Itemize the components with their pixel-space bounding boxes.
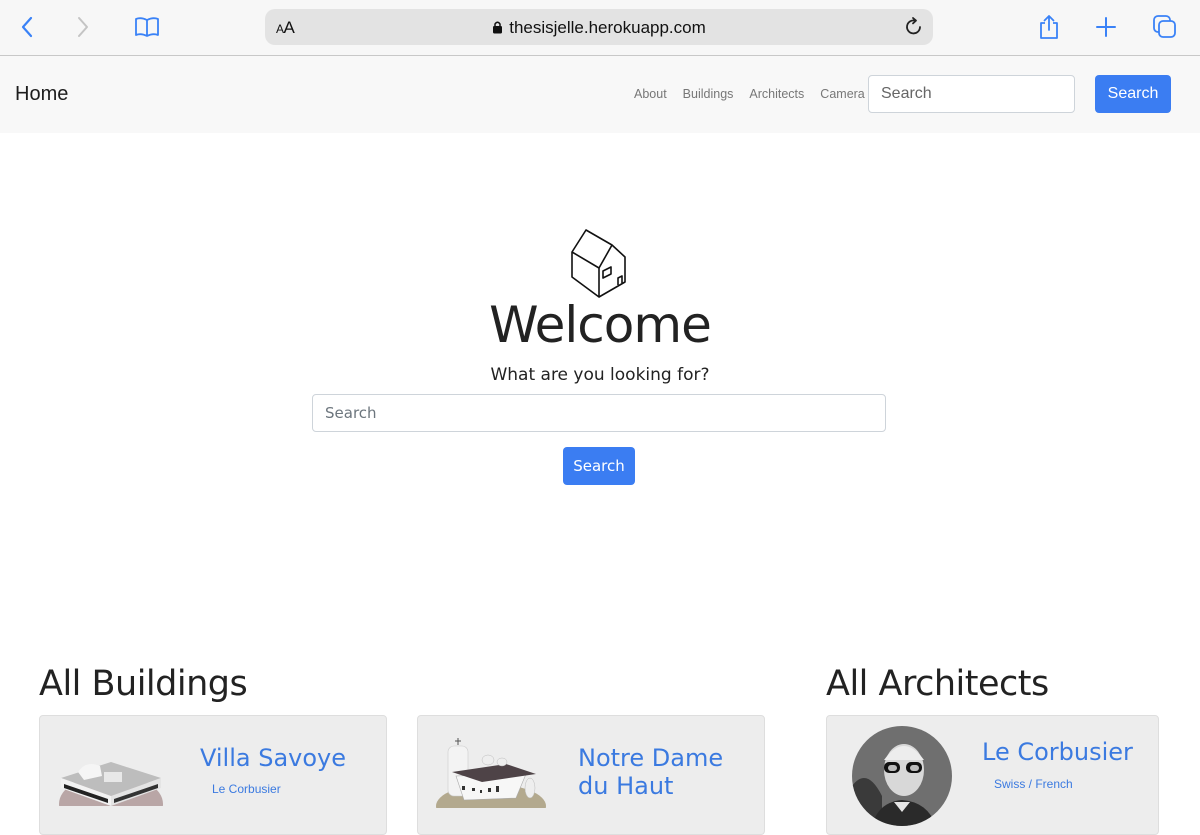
nav-link-camera[interactable]: Camera — [812, 87, 872, 101]
browser-toolbar: AA thesisjelle.herokuapp.com — [0, 0, 1200, 56]
building-card-villa-savoye[interactable]: Villa Savoye Le Corbusier — [39, 715, 387, 835]
villa-savoye-thumbnail — [59, 762, 163, 806]
reload-icon[interactable] — [903, 16, 925, 38]
navbar-search-button[interactable]: Search — [1095, 75, 1171, 113]
chevron-right-icon — [78, 17, 88, 37]
url-display[interactable]: thesisjelle.herokuapp.com — [265, 18, 933, 38]
new-tab-button[interactable] — [1091, 12, 1121, 42]
notre-dame-du-haut-thumbnail — [436, 738, 546, 808]
nav-link-buildings[interactable]: Buildings — [675, 87, 742, 101]
share-icon — [1040, 15, 1058, 39]
architect-card-le-corbusier[interactable]: Le Corbusier Swiss / French — [826, 715, 1159, 835]
welcome-heading: Welcome — [489, 296, 712, 354]
architects-heading: All Architects — [826, 664, 1049, 704]
home-link[interactable]: Home — [15, 83, 68, 106]
architect-nationality: Swiss / French — [994, 777, 1073, 791]
tabs-icon — [1153, 15, 1176, 38]
le-corbusier-portrait — [852, 726, 952, 826]
building-title[interactable]: Notre Dame du Haut — [578, 744, 758, 800]
plus-icon — [1096, 17, 1116, 37]
chevron-left-icon — [21, 16, 33, 38]
building-card-notre-dame-du-haut[interactable]: Notre Dame du Haut — [417, 715, 765, 835]
house-outline-icon — [571, 229, 626, 298]
tabs-overview-button[interactable] — [1150, 12, 1180, 42]
site-navbar: Home About Buildings Architects Camera S… — [0, 56, 1200, 133]
building-title[interactable]: Villa Savoye — [200, 744, 380, 772]
nav-link-architects[interactable]: Architects — [741, 87, 812, 101]
nav-link-about[interactable]: About — [626, 87, 675, 101]
nav-links: About Buildings Architects Camera — [626, 87, 873, 101]
bookmarks-button[interactable] — [132, 12, 162, 42]
main-search-input[interactable] — [312, 394, 886, 432]
lock-icon — [493, 21, 503, 34]
main-search-button[interactable]: Search — [563, 447, 635, 485]
back-button[interactable] — [12, 12, 42, 42]
navbar-search-input[interactable] — [868, 75, 1075, 113]
welcome-subtitle: What are you looking for? — [490, 365, 710, 385]
architect-name[interactable]: Le Corbusier — [982, 738, 1157, 766]
share-button[interactable] — [1034, 12, 1064, 42]
address-bar[interactable]: AA thesisjelle.herokuapp.com — [265, 9, 933, 45]
building-architect[interactable]: Le Corbusier — [212, 782, 281, 796]
book-icon — [135, 17, 159, 37]
buildings-heading: All Buildings — [39, 664, 248, 704]
forward-button[interactable] — [68, 12, 98, 42]
